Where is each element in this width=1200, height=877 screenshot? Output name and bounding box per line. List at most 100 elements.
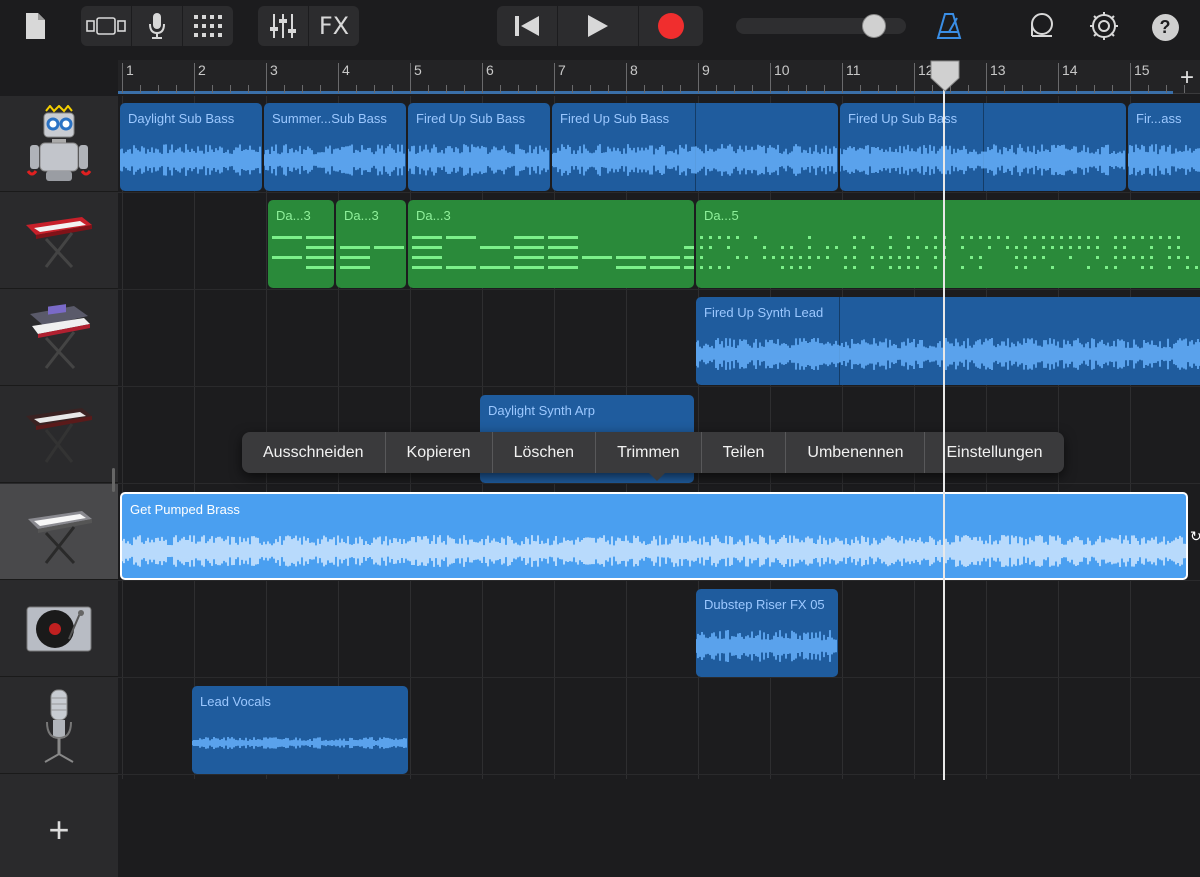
region-fired-up-sub-bass-short[interactable]: Fir...ass [1128,103,1200,191]
context-menu-item[interactable]: Löschen [493,432,597,473]
ruler-beat-tick [536,85,537,93]
region-label: Fired Up Sub Bass [416,111,526,126]
region-midi-daylight[interactable]: Da...3 [336,200,406,288]
midi-notes [340,246,404,269]
add-track-button[interactable]: + [0,782,118,877]
mixer-button[interactable] [258,6,308,46]
region-midi-daylight[interactable]: Da...3 [268,200,334,288]
toolbar: FX ? [0,0,1200,56]
gear-icon [1090,12,1118,40]
context-menu-item[interactable]: Kopieren [386,432,493,473]
track-header-brass[interactable] [0,484,118,580]
keyboard-icon [26,216,92,268]
ruler-bar-number: 7 [558,62,566,78]
context-menu-item[interactable]: Umbenennen [786,432,926,473]
record-button[interactable] [639,6,703,46]
ruler-beat-tick [788,85,789,93]
tracks-area[interactable]: Daylight Sub Bass Summer...Sub Bass Fire… [118,96,1200,877]
track-header-turntable[interactable] [0,581,118,677]
record-input-button[interactable] [132,6,182,46]
ruler-bar-number: 14 [1062,62,1078,78]
track-header-synth[interactable] [0,290,118,386]
ruler-beat-tick [284,85,285,93]
context-menu-item[interactable]: Ausschneiden [242,432,386,473]
ruler-bar-tick [698,63,699,93]
ruler-beat-tick [446,85,447,93]
region-label: Daylight Synth Arp [488,403,595,418]
ruler-add-button[interactable]: + [1180,64,1194,92]
ruler-bar-tick [554,63,555,93]
transport-group [497,6,703,46]
region-get-pumped-brass[interactable]: Get Pumped Brass [120,492,1188,580]
metronome-button[interactable] [932,10,966,42]
turntable-icon [26,606,92,651]
record-icon [658,13,684,39]
ruler-beat-tick [608,85,609,93]
waveform [696,338,1200,370]
region-daylight-sub-bass[interactable]: Daylight Sub Bass [120,103,262,191]
region-label: Da...5 [704,208,739,223]
ruler-beat-tick [500,85,501,93]
track-header-vocals[interactable] [0,678,118,774]
master-volume-slider[interactable] [736,14,906,38]
context-menu-item[interactable]: Trimmen [596,432,702,473]
playhead-handle[interactable] [930,60,960,92]
region-fired-up-sub-bass[interactable]: Fired Up Sub Bass [408,103,550,191]
browser-button[interactable] [81,6,131,46]
microphone-icon [149,13,165,39]
region-label: Summer...Sub Bass [272,111,387,126]
ruler-beat-tick [1112,85,1113,93]
midi-notes [272,236,334,269]
fx-button[interactable]: FX [309,6,359,46]
play-icon [588,15,608,37]
skip-back-icon [515,16,539,36]
context-menu-item[interactable]: Teilen [702,432,787,473]
ruler-cycle-bar [118,91,1173,94]
context-menu-item[interactable]: Einstellungen [925,432,1063,473]
ruler-beat-tick [518,85,519,93]
midi-notes [412,236,694,269]
region-midi-daylight[interactable]: Da...3 [408,200,694,288]
ruler-beat-tick [392,85,393,93]
region-fired-up-sub-bass[interactable]: Fired Up Sub Bass [552,103,838,191]
volume-slider-knob[interactable] [862,14,886,38]
my-songs-button[interactable] [20,10,50,42]
region-fired-up-synth-lead[interactable]: Fired Up Synth Lead [696,297,1200,385]
region-label: Da...3 [344,208,379,223]
waveform [408,144,549,176]
ruler-bar-tick [914,63,915,93]
ruler-beat-tick [248,85,249,93]
ruler-beat-tick [212,85,213,93]
help-icon: ? [1151,13,1179,41]
region-lead-vocals[interactable]: Lead Vocals [192,686,408,774]
ruler-bar-tick [1058,63,1059,93]
header-scroll-indicator[interactable] [112,468,115,492]
settings-button[interactable] [1086,10,1122,42]
track-headers: + [0,96,118,877]
tracks-view-icon [86,17,126,35]
waveform [552,144,837,176]
region-midi-daylight-5[interactable]: Da...5 [696,200,1200,288]
track-header-keyboard-red[interactable] [0,193,118,289]
track-header-keyboard-dark[interactable] [0,387,118,483]
track-header-bass[interactable] [0,96,118,192]
region-dubstep-riser[interactable]: Dubstep Riser FX 05 [696,589,838,677]
ruler-bar-tick [122,63,123,93]
keyboard-icon [28,510,92,564]
help-button[interactable]: ? [1150,12,1180,42]
ruler-beat-tick [860,85,861,93]
go-to-start-button[interactable] [497,6,557,46]
timeline-ruler[interactable]: + 1 2 3 4 5 6 7 8 9 10 11 12 13 14 15 [118,60,1200,94]
region-fired-up-sub-bass[interactable]: Fired Up Sub Bass [840,103,1126,191]
loop-browser-button[interactable] [1024,10,1060,42]
ruler-beat-tick [716,85,717,93]
ruler-beat-tick [1094,85,1095,93]
waveform [192,737,407,749]
live-loops-button[interactable] [183,6,233,46]
playhead-line[interactable] [943,80,945,780]
play-button[interactable] [558,6,638,46]
ruler-beat-tick [464,85,465,93]
loop-handle-icon[interactable]: ↻ [1190,492,1200,580]
ruler-bar-tick [338,63,339,93]
region-summer-sub-bass[interactable]: Summer...Sub Bass [264,103,406,191]
